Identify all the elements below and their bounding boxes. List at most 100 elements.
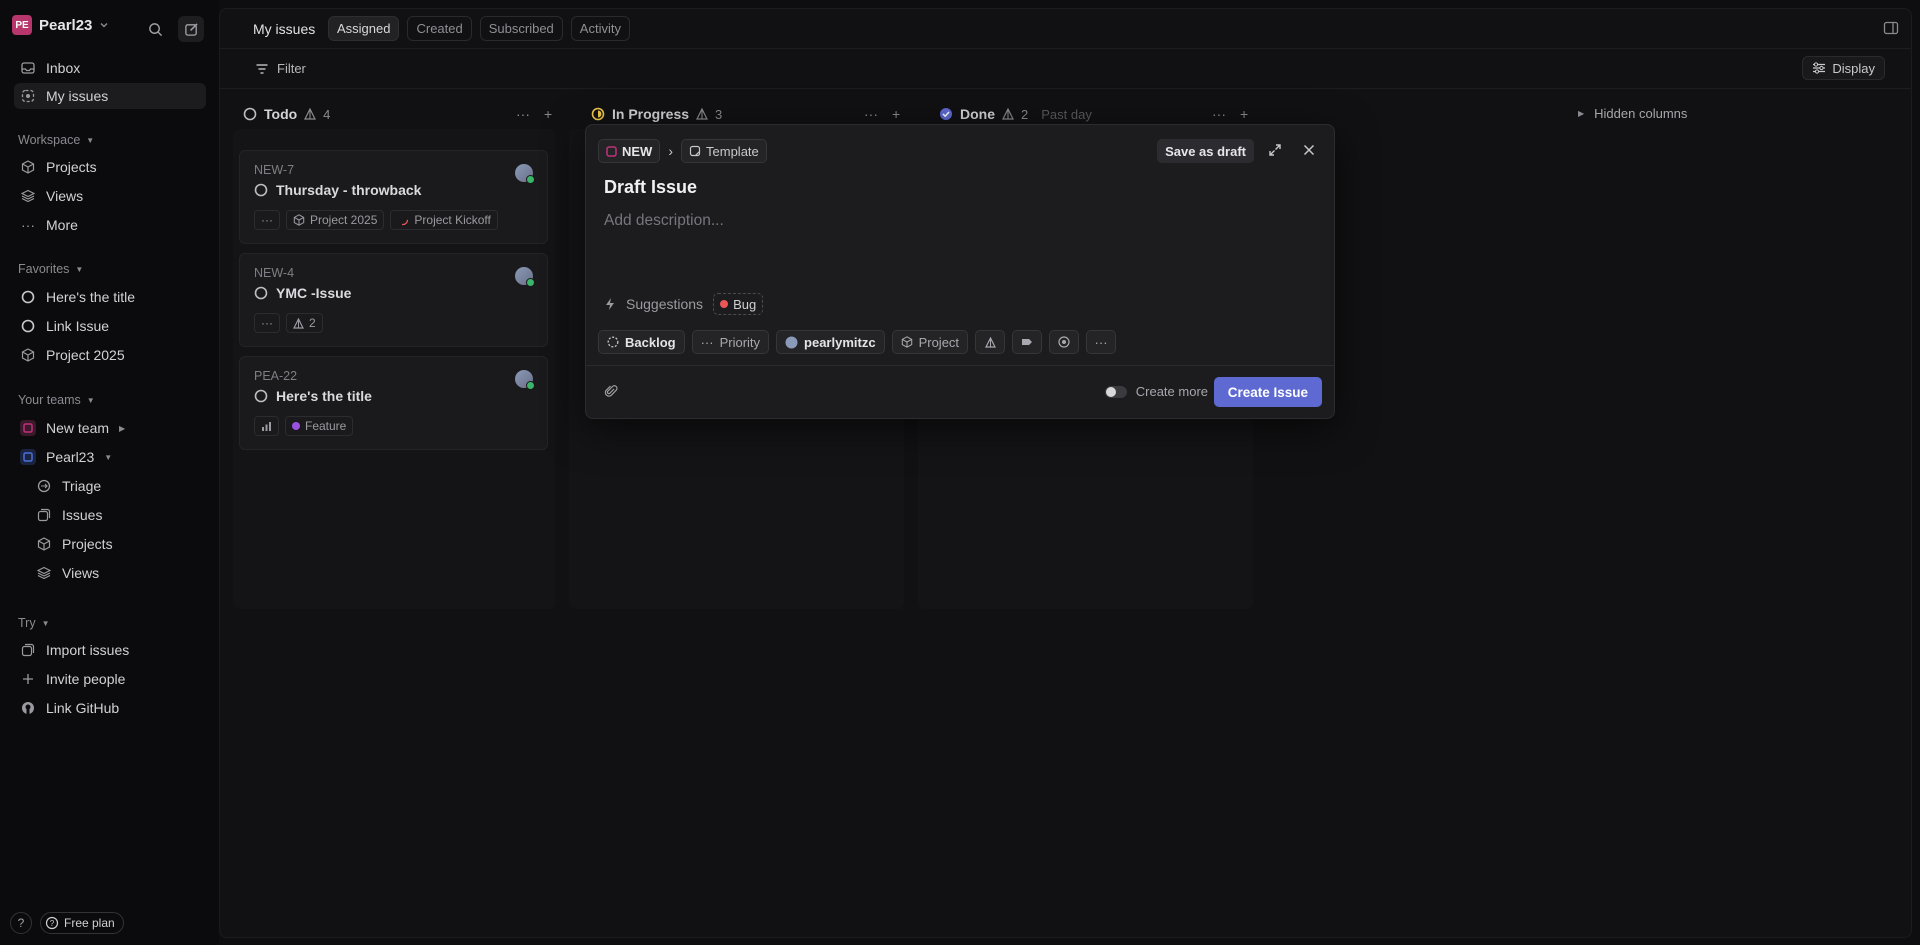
issue-id: NEW-4 xyxy=(254,266,295,280)
todo-status-icon xyxy=(243,107,257,121)
favorites-section-toggle[interactable]: Favorites ▼ xyxy=(18,262,83,276)
suggestions-label: Suggestions xyxy=(626,296,704,312)
display-button[interactable]: Display xyxy=(1802,56,1885,80)
sidebar-item-my-issues[interactable]: My issues xyxy=(14,83,206,109)
milestone-chip[interactable]: Project Kickoff xyxy=(390,210,498,230)
workspace-section-toggle[interactable]: Workspace ▼ xyxy=(18,133,94,147)
create-more-label: Create more xyxy=(1135,384,1208,399)
team-item-pearl23[interactable]: Pearl23 ▼ xyxy=(14,444,206,470)
avatar[interactable] xyxy=(515,370,535,390)
tab-assigned[interactable]: Assigned xyxy=(328,16,400,41)
priority-selector[interactable]: ··· Priority xyxy=(691,330,770,354)
team-item-new-team[interactable]: New team ▶ xyxy=(14,415,206,441)
create-more-toggle[interactable]: Create more xyxy=(1104,384,1208,399)
create-issue-button[interactable]: Create Issue xyxy=(1213,377,1322,407)
issue-card[interactable]: NEW-4 YMC -Issue ··· 2 xyxy=(239,253,548,347)
label-selector[interactable] xyxy=(1012,330,1043,354)
favorite-item[interactable]: Link Issue xyxy=(14,313,206,339)
toggle-switch[interactable] xyxy=(1104,385,1127,398)
close-icon[interactable] xyxy=(1302,143,1316,157)
plus-icon[interactable]: + xyxy=(892,106,900,122)
caret-right-icon: ▶ xyxy=(119,423,126,433)
assignee-selector[interactable]: pearlymitzc xyxy=(776,330,885,354)
sidebar-item-projects[interactable]: Projects xyxy=(14,154,206,180)
favorite-item[interactable]: Project 2025 xyxy=(14,342,206,368)
team-sub-item-projects[interactable]: Projects xyxy=(30,531,206,557)
label-dot xyxy=(292,422,300,430)
panel-toggle-icon[interactable] xyxy=(1883,20,1899,36)
assignee-icon xyxy=(304,108,317,120)
avatar[interactable] xyxy=(515,164,535,184)
team-sub-item-issues[interactable]: Issues xyxy=(30,502,206,528)
sidebar-item-label: Here's the title xyxy=(46,289,136,305)
cycle-selector[interactable] xyxy=(1049,330,1080,354)
team-sub-item-triage[interactable]: Triage xyxy=(30,473,206,499)
help-button[interactable]: ? xyxy=(10,912,32,934)
more-dots-icon[interactable]: ··· xyxy=(864,106,878,122)
tab-subscribed[interactable]: Subscribed xyxy=(479,16,563,41)
tab-created[interactable]: Created xyxy=(407,16,472,41)
column-actions-done: ··· + xyxy=(1212,106,1248,122)
expand-icon[interactable] xyxy=(1268,143,1282,157)
issues-icon xyxy=(36,507,52,523)
template-selector[interactable]: Template xyxy=(681,139,767,163)
favorite-item[interactable]: Here's the title xyxy=(14,284,206,310)
teams-section-toggle[interactable]: Your teams ▼ xyxy=(18,393,95,407)
issue-card[interactable]: NEW-7 Thursday - throwback ··· Project 2… xyxy=(239,150,548,244)
sliders-icon xyxy=(1812,61,1826,75)
label-chip[interactable]: Feature xyxy=(285,416,354,436)
chip-label: Project Kickoff xyxy=(414,213,491,227)
project-selector[interactable]: Project xyxy=(891,330,969,354)
header: My issues Assigned Created Subscribed Ac… xyxy=(220,9,1911,49)
more-dots-icon[interactable]: ··· xyxy=(516,106,530,122)
paperclip-icon[interactable] xyxy=(604,384,618,398)
estimate-chip[interactable]: 2 xyxy=(286,313,323,333)
caret-down-icon: ▼ xyxy=(86,395,95,405)
free-plan-button[interactable]: ? Free plan xyxy=(40,912,124,934)
priority-chip[interactable] xyxy=(254,416,279,436)
sidebar-item-views[interactable]: Views xyxy=(14,183,206,209)
issue-title-input[interactable]: Draft Issue xyxy=(604,177,697,198)
more-dots-icon[interactable]: ··· xyxy=(1212,106,1226,122)
try-section-toggle[interactable]: Try ▼ xyxy=(18,616,50,630)
filter-button[interactable]: Filter xyxy=(255,61,306,76)
project-label: Project xyxy=(918,334,960,350)
team-sub-item-views[interactable]: Views xyxy=(30,560,206,586)
project-chip[interactable]: Project 2025 xyxy=(286,210,385,230)
issue-card[interactable]: PEA-22 Here's the title Feature xyxy=(239,356,548,450)
plus-icon[interactable]: + xyxy=(1240,106,1248,122)
more-options-button[interactable]: ··· xyxy=(1086,330,1117,354)
sidebar-item-label: Project 2025 xyxy=(46,347,125,363)
issue-description-input[interactable]: Add description... xyxy=(604,212,724,230)
lightning-icon xyxy=(604,297,616,311)
compose-icon[interactable] xyxy=(178,16,204,42)
sidebar-item-link-github[interactable]: Link GitHub xyxy=(14,695,206,721)
sidebar-item-inbox[interactable]: Inbox xyxy=(14,55,206,81)
suggested-label-bug[interactable]: Bug xyxy=(713,293,764,315)
tab-activity[interactable]: Activity xyxy=(570,16,630,41)
status-selector[interactable]: Backlog xyxy=(598,330,685,354)
search-icon[interactable] xyxy=(142,16,168,42)
filter-bar: Filter xyxy=(220,49,1911,89)
sidebar-item-invite-people[interactable]: Invite people xyxy=(14,666,206,692)
priority-chip[interactable]: ··· xyxy=(254,210,280,230)
avatar[interactable] xyxy=(515,267,535,287)
workspace-avatar: PE xyxy=(12,15,32,35)
sidebar-item-label: More xyxy=(46,217,78,233)
team-icon xyxy=(20,449,36,465)
team-selector[interactable]: NEW xyxy=(598,139,661,163)
section-label: Workspace xyxy=(18,133,81,147)
hidden-columns-toggle[interactable]: ▶ Hidden columns xyxy=(1578,106,1687,121)
plus-icon[interactable]: + xyxy=(544,106,552,122)
chip-label: Project 2025 xyxy=(310,213,378,227)
column-name: In Progress xyxy=(612,106,690,122)
save-as-draft-button[interactable]: Save as draft xyxy=(1157,139,1254,163)
column-count: 2 xyxy=(1021,106,1029,122)
layers-icon xyxy=(20,188,36,204)
estimate-selector[interactable] xyxy=(975,330,1006,354)
priority-chip[interactable]: ··· xyxy=(254,313,280,333)
sidebar: PE Pearl23 Inbox My issues Workspace ▼ Pr… xyxy=(0,0,219,945)
sidebar-item-more[interactable]: ··· More xyxy=(14,212,206,238)
sidebar-item-import-issues[interactable]: Import issues xyxy=(14,637,206,663)
workspace-switcher[interactable]: PE Pearl23 xyxy=(12,15,109,35)
